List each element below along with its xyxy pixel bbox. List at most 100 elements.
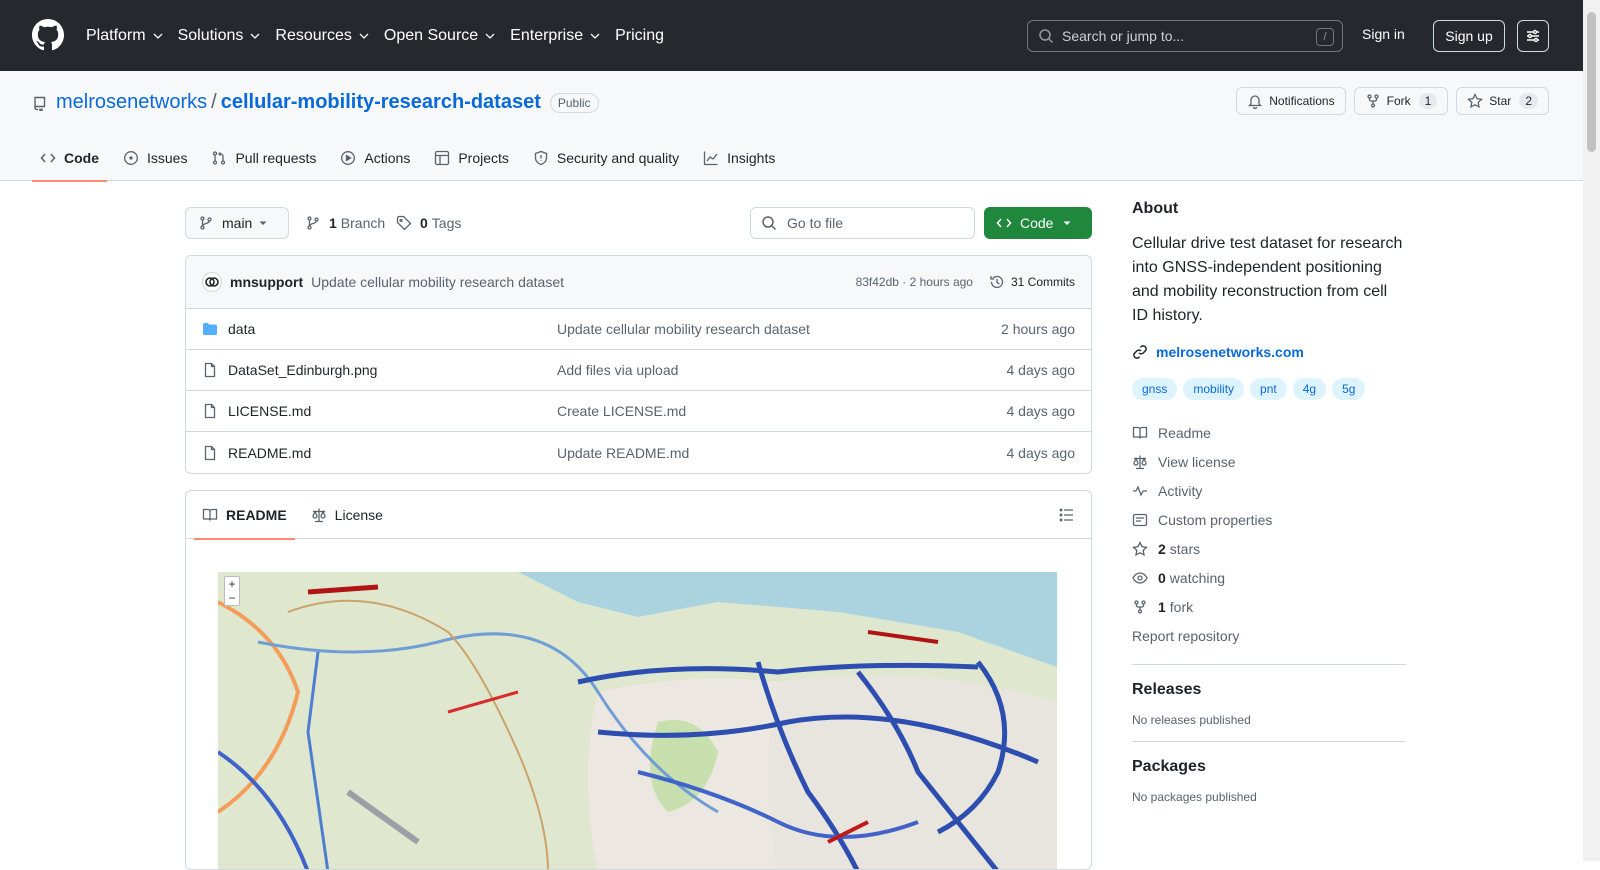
activity-link[interactable]: Activity: [1132, 476, 1406, 505]
activity-label: Activity: [1158, 482, 1203, 499]
report-repository-link[interactable]: Report repository: [1132, 621, 1406, 650]
file-row[interactable]: LICENSE.md Create LICENSE.md 4 days ago: [186, 391, 1091, 432]
repo-tabs: Code Issues Pull requests Actions Projec…: [32, 135, 791, 182]
repo-path-separator: /: [211, 91, 217, 113]
topic-tag[interactable]: 5g: [1332, 378, 1366, 400]
file-date: 4 days ago: [1006, 444, 1076, 461]
repo-owner-link[interactable]: melrosenetworks: [56, 91, 207, 114]
git-branch-icon: [200, 216, 212, 230]
file-row[interactable]: README.md Update README.md 4 days ago: [186, 432, 1091, 473]
tab-license[interactable]: License: [303, 491, 391, 539]
nav-enterprise[interactable]: Enterprise: [510, 27, 601, 45]
tab-readme[interactable]: README: [194, 491, 295, 540]
fork-icon: [1366, 94, 1379, 108]
fork-button[interactable]: Fork 1: [1353, 87, 1449, 115]
commits-link[interactable]: 31 Commits: [989, 274, 1075, 290]
file-link[interactable]: LICENSE.md: [228, 403, 311, 419]
file-name-cell: README.md: [202, 445, 557, 461]
fork-icon: [1134, 599, 1146, 614]
repo-actions: Notifications Fork 1 Star 2: [1236, 87, 1549, 115]
list-unordered-icon[interactable]: [1059, 507, 1075, 523]
topic-tag[interactable]: pnt: [1250, 378, 1287, 400]
scrollbar-thumb[interactable]: [1587, 12, 1596, 152]
nav-label: Solutions: [177, 26, 244, 44]
topic-tag[interactable]: gnss: [1132, 378, 1178, 400]
readme-label: Readme: [1158, 424, 1211, 441]
watching-label: watching: [1169, 569, 1226, 586]
file-commit-message[interactable]: Update cellular mobility research datase…: [557, 321, 810, 337]
nav-open-source[interactable]: Open Source: [384, 27, 496, 45]
topic-tag[interactable]: 4g: [1292, 378, 1327, 400]
about-description: Cellular drive test dataset for research…: [1132, 235, 1403, 324]
github-logo-icon[interactable]: [32, 19, 64, 51]
topics-list: gnss mobility pnt 4g 5g: [1132, 378, 1406, 400]
tab-security[interactable]: Security and quality: [525, 135, 687, 181]
notifications-button[interactable]: Notifications: [1236, 87, 1346, 115]
nav-solutions[interactable]: Solutions: [178, 27, 262, 45]
tab-code[interactable]: Code: [32, 135, 107, 182]
table-icon: [435, 150, 450, 166]
chevron-down-icon: [153, 33, 163, 39]
tab-actions[interactable]: Actions: [332, 135, 418, 181]
license-link[interactable]: View license: [1132, 447, 1406, 476]
file-commit-message[interactable]: Update README.md: [557, 445, 689, 461]
file-link[interactable]: data: [228, 321, 255, 337]
branches-link[interactable]: 1 Branch: [305, 215, 385, 231]
nav-platform[interactable]: Platform: [86, 27, 164, 45]
topic-tag[interactable]: mobility: [1183, 378, 1245, 400]
map-zoom-in[interactable]: +: [225, 577, 239, 591]
repo-name-link[interactable]: cellular-mobility-research-dataset: [221, 91, 541, 114]
tag-count: 0: [420, 215, 428, 231]
search-icon: [1039, 29, 1054, 44]
packages-heading[interactable]: Packages: [1132, 758, 1406, 776]
branch-select-button[interactable]: main: [185, 207, 289, 239]
file-row[interactable]: DataSet_Edinburgh.png Add files via uplo…: [186, 350, 1091, 391]
page-scrollbar[interactable]: [1583, 0, 1600, 861]
releases-heading[interactable]: Releases: [1132, 681, 1406, 699]
custom-properties-link[interactable]: Custom properties: [1132, 505, 1406, 534]
code-download-button[interactable]: Code: [984, 207, 1092, 239]
file-commit-message[interactable]: Create LICENSE.md: [557, 403, 686, 419]
nav-label: Resources: [275, 26, 352, 44]
issue-icon: [124, 151, 138, 165]
commit-message-link[interactable]: Update cellular mobility research datase…: [311, 274, 564, 290]
map-zoom-control[interactable]: + −: [224, 576, 240, 606]
sign-up-button[interactable]: Sign up: [1433, 20, 1505, 52]
tab-pull-requests[interactable]: Pull requests: [203, 135, 324, 181]
fork-count: 1: [1158, 598, 1166, 615]
global-search-input[interactable]: Search or jump to... /: [1027, 20, 1343, 52]
star-button[interactable]: Star 2: [1456, 87, 1549, 115]
file-row[interactable]: data Update cellular mobility research d…: [186, 309, 1091, 350]
pulse-icon: [1133, 484, 1147, 497]
appearance-settings-button[interactable]: [1517, 20, 1549, 52]
file-link[interactable]: DataSet_Edinburgh.png: [228, 362, 377, 378]
tags-link[interactable]: 0 Tags: [396, 215, 461, 231]
fork-label: fork: [1169, 598, 1194, 615]
commit-author-link[interactable]: mnsupport: [230, 274, 303, 290]
nav-resources[interactable]: Resources: [275, 27, 369, 45]
forks-link[interactable]: 1 fork: [1132, 592, 1406, 621]
avatar[interactable]: [202, 272, 222, 292]
tab-projects[interactable]: Projects: [426, 135, 517, 181]
repo-header: melrosenetworks / cellular-mobility-rese…: [0, 71, 1583, 182]
dataset-map-image: + −: [218, 572, 1057, 869]
tab-insights[interactable]: Insights: [695, 135, 783, 181]
nav-pricing[interactable]: Pricing: [615, 27, 664, 45]
commit-hash-time[interactable]: 83f42db · 2 hours ago: [856, 275, 973, 289]
repo-title: melrosenetworks / cellular-mobility-rese…: [32, 91, 599, 114]
stars-link[interactable]: 2 stars: [1132, 534, 1406, 563]
sign-in-link[interactable]: Sign in: [1362, 26, 1405, 42]
readme-link[interactable]: Readme: [1132, 418, 1406, 447]
watchers-link[interactable]: 0 watching: [1132, 563, 1406, 592]
readme-tabs: README License: [186, 491, 1091, 540]
website-link[interactable]: melrosenetworks.com: [1132, 344, 1406, 360]
go-to-file-input[interactable]: Go to file: [750, 207, 975, 239]
file-commit-message[interactable]: Add files via upload: [557, 362, 678, 378]
global-header: Platform Solutions Resources Open Source…: [0, 0, 1600, 71]
tab-issues[interactable]: Issues: [115, 135, 195, 181]
star-icon: [1132, 540, 1148, 556]
file-link[interactable]: README.md: [228, 445, 311, 461]
stars-count: 2: [1158, 540, 1166, 557]
map-zoom-out[interactable]: −: [225, 591, 239, 605]
graph-icon: [703, 151, 718, 166]
